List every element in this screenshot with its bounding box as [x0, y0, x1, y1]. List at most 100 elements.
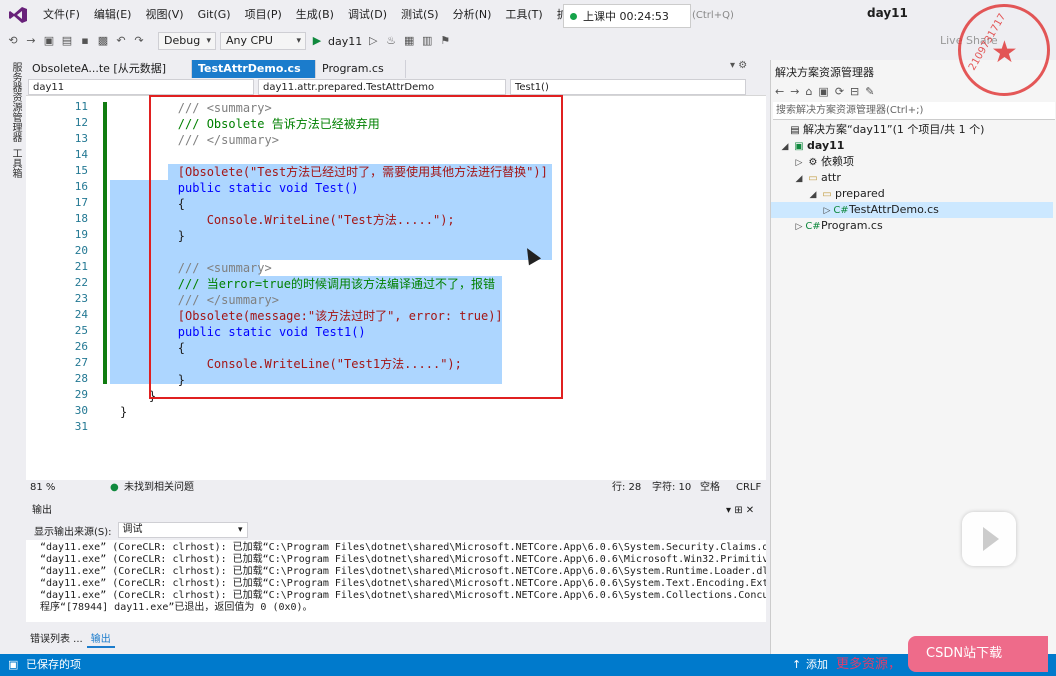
- tree-node-folder-attr[interactable]: ◢ ▭ attr: [793, 170, 841, 186]
- tab-output[interactable]: 输出: [86, 632, 115, 648]
- tab-testattrdemo[interactable]: TestAttrDemo.cs: [192, 60, 316, 78]
- more-resources-text: 更多资源，: [836, 657, 902, 672]
- menu-test[interactable]: 测试(S): [394, 0, 446, 30]
- toolbox-tab[interactable]: 工具箱: [8, 148, 23, 178]
- line-number: 25: [74, 324, 88, 337]
- output-toolbar: 显示输出来源(S): 调试: [26, 520, 766, 540]
- status-text: 已保存的项: [26, 658, 81, 671]
- menu-edit[interactable]: 编辑(E): [87, 0, 139, 30]
- live-dot-icon: [570, 12, 577, 20]
- run-target[interactable]: day11: [328, 35, 362, 48]
- save-all-icon[interactable]: ▩: [96, 34, 110, 48]
- tree-node-testattrdemo[interactable]: ▷ C#TestAttrDemo.cs: [771, 202, 1053, 218]
- back-icon[interactable]: ⟲: [6, 34, 20, 48]
- tab-error-list[interactable]: 错误列表 ...: [26, 632, 87, 648]
- folder-icon: ▭: [822, 189, 832, 200]
- line-number: 21: [74, 260, 88, 273]
- tree-node-solution[interactable]: ▤ 解决方案“day11”(1 个项目/共 1 个): [775, 122, 984, 138]
- menu-tools[interactable]: 工具(T): [498, 0, 549, 30]
- line-number: 18: [74, 212, 88, 225]
- bottom-tool-tabs: 错误列表 ... 输出: [26, 632, 766, 648]
- solution-explorer: 解决方案资源管理器 ← → ⌂ ▣ ⟳ ⊟ ✎ 搜索解决方案资源管理器(Ctrl…: [770, 60, 1056, 654]
- toolbar-bookmark-icon[interactable]: ⚑: [438, 34, 452, 48]
- zoom-level[interactable]: 81 %: [30, 480, 55, 496]
- wrench-icon[interactable]: ✎: [865, 85, 874, 98]
- tab-obsolete-attribute[interactable]: ObsoleteA...te [从元数据]: [26, 60, 192, 78]
- project-nav-select[interactable]: day11: [28, 79, 254, 95]
- undo-icon[interactable]: ↶: [114, 34, 128, 48]
- type-nav-select[interactable]: day11.attr.prepared.TestAttrDemo: [258, 79, 506, 95]
- back-icon[interactable]: ←: [775, 85, 784, 98]
- tree-node-folder-prepared[interactable]: ◢ ▭ prepared: [807, 186, 885, 202]
- menu-analyze[interactable]: 分析(N): [446, 0, 499, 30]
- line-number: 11: [74, 100, 88, 113]
- tree-node-label: prepared: [835, 187, 885, 200]
- visual-studio-logo-icon[interactable]: [8, 6, 28, 24]
- home-icon[interactable]: ⌂: [805, 85, 812, 98]
- add-to-source-control[interactable]: 添加: [806, 654, 828, 676]
- spacing-mode[interactable]: 空格: [700, 480, 720, 496]
- output-source-label: 显示输出来源(S):: [34, 526, 112, 538]
- solution-search-input[interactable]: 搜索解决方案资源管理器(Ctrl+;): [773, 102, 1055, 120]
- hot-reload-icon[interactable]: ♨: [384, 34, 398, 48]
- toolbar-window-icon[interactable]: ▥: [420, 34, 434, 48]
- live-timer: 上课中 00:24:53: [583, 10, 669, 23]
- expand-arrow-icon[interactable]: ◢: [793, 171, 805, 187]
- collapse-arrow-icon[interactable]: ▷: [821, 203, 833, 219]
- platform-select[interactable]: Any CPU: [220, 32, 306, 50]
- start-debugging-icon[interactable]: ▶: [310, 34, 324, 48]
- search-input[interactable]: (Ctrl+Q): [692, 6, 802, 26]
- csproj-icon: ▣: [794, 141, 804, 152]
- run-without-debug-icon[interactable]: ▷: [366, 34, 380, 48]
- switch-views-icon[interactable]: ▣: [818, 85, 828, 98]
- open-icon[interactable]: ▤: [60, 34, 74, 48]
- member-nav-select[interactable]: Test1(): [510, 79, 746, 95]
- menu-build[interactable]: 生成(B): [289, 0, 341, 30]
- editor-status-line: 81 % ● 未找到相关问题 行: 28 字符: 10 空格 CRLF: [26, 480, 766, 496]
- menu-project[interactable]: 项目(P): [238, 0, 289, 30]
- redo-icon[interactable]: ↷: [132, 34, 146, 48]
- line-number: 22: [74, 276, 88, 289]
- menu-git[interactable]: Git(G): [191, 0, 238, 30]
- new-project-icon[interactable]: ▣: [42, 34, 56, 48]
- video-play-button[interactable]: [962, 512, 1016, 566]
- tree-node-program[interactable]: ▷ C#Program.cs: [793, 218, 883, 234]
- tab-overflow-icon[interactable]: ▾ ⚙: [730, 60, 747, 71]
- sync-icon[interactable]: ⟳: [835, 85, 844, 98]
- issues-status[interactable]: 未找到相关问题: [124, 480, 194, 496]
- configuration-select[interactable]: Debug: [158, 32, 216, 50]
- output-line: 程序“[78944] day11.exe”已退出，返回值为 0 (0x0)。: [40, 602, 313, 613]
- toolbar-extra-icon[interactable]: ▦: [402, 34, 416, 48]
- line-number-gutter: 11 12 13 14 15 16 17 18 19 20 21 22 23 2…: [26, 96, 94, 482]
- menu-view[interactable]: 视图(V): [138, 0, 190, 30]
- collapse-arrow-icon[interactable]: ▷: [793, 219, 805, 235]
- save-icon[interactable]: ▪: [78, 34, 92, 48]
- tree-node-project[interactable]: ◢ ▣ day11: [779, 138, 845, 155]
- tree-node-label: attr: [821, 171, 841, 184]
- add-to-source-control-icon[interactable]: ↑: [792, 654, 801, 676]
- line-ending[interactable]: CRLF: [736, 480, 761, 496]
- folder-icon: ▭: [808, 173, 818, 184]
- expand-arrow-icon[interactable]: ◢: [807, 187, 819, 203]
- output-text-area[interactable]: “day11.exe” (CoreCLR: clrhost): 已加载“C:\P…: [26, 540, 766, 622]
- status-icon: ▣: [8, 658, 19, 671]
- output-pane-header: 输出 ▾ ⊞ ✕: [26, 504, 766, 518]
- collapse-arrow-icon[interactable]: ▷: [793, 155, 805, 171]
- live-class-indicator[interactable]: 上课中 00:24:53: [563, 4, 691, 28]
- csdn-download-banner[interactable]: CSDN站下载: [908, 636, 1048, 672]
- tab-program[interactable]: Program.cs: [316, 60, 406, 78]
- solution-explorer-title: 解决方案资源管理器: [775, 66, 874, 79]
- collapse-all-icon[interactable]: ⊟: [850, 85, 859, 98]
- output-pane-controls-icon[interactable]: ▾ ⊞ ✕: [726, 504, 754, 518]
- menu-debug[interactable]: 调试(D): [341, 0, 394, 30]
- server-explorer-tab[interactable]: 服务器资源管理器: [8, 62, 23, 142]
- forward-icon[interactable]: →: [790, 85, 799, 98]
- cursor-char: 字符: 10: [652, 482, 692, 493]
- line-number: 17: [74, 196, 88, 209]
- expand-arrow-icon[interactable]: ◢: [779, 139, 791, 155]
- menu-file[interactable]: 文件(F): [36, 0, 87, 30]
- tree-node-dependencies[interactable]: ▷ ⚙ 依赖项: [793, 154, 854, 170]
- forward-icon[interactable]: →: [24, 34, 38, 48]
- line-number: 28: [74, 372, 88, 385]
- output-source-select[interactable]: 调试: [117, 522, 248, 538]
